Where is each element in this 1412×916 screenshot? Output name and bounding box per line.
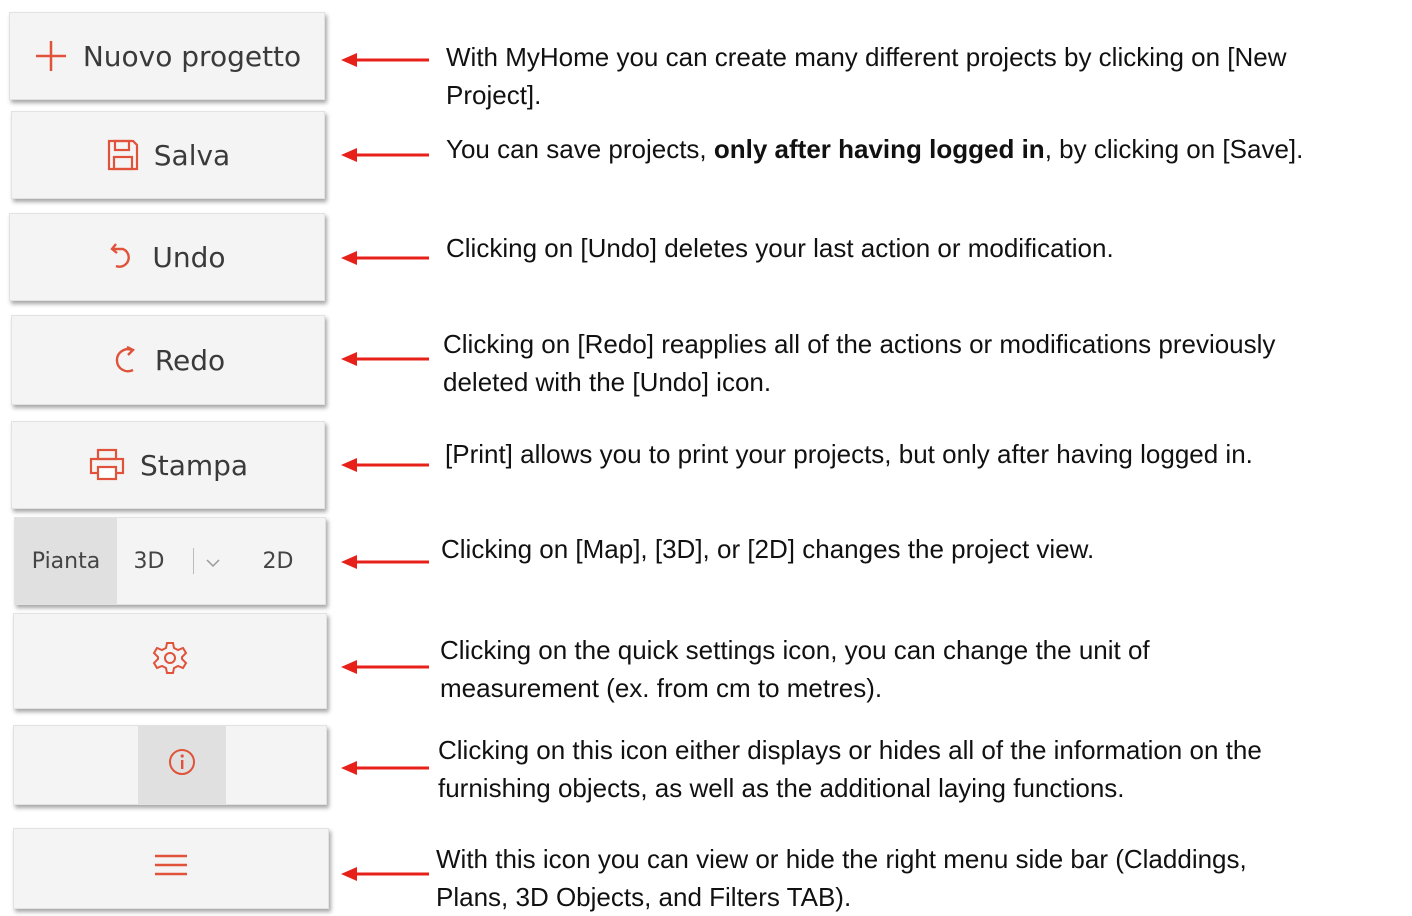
new-project-button[interactable]: Nuovo progetto (9, 12, 325, 100)
redo-icon (111, 343, 141, 377)
chevron-down-icon (205, 549, 220, 574)
redo-label: Redo (154, 343, 226, 377)
desc-text: You can save projects, (446, 134, 714, 164)
view-plan-tab[interactable]: Pianta (15, 518, 117, 604)
view-plan-label: Pianta (31, 548, 101, 574)
divider (192, 548, 194, 574)
info-toggle-bar (13, 725, 327, 805)
info-icon (167, 747, 197, 784)
new-project-description: With MyHome you can create many differen… (446, 38, 1287, 114)
info-button[interactable] (138, 726, 226, 804)
undo-description: Clicking on [Undo] deletes your last act… (446, 229, 1114, 267)
save-description: You can save projects, only after having… (446, 130, 1303, 168)
view-2d-label: 2D (262, 548, 294, 574)
view-3d-tab[interactable]: 3D (117, 518, 181, 604)
settings-description: Clicking on the quick settings icon, you… (440, 631, 1150, 707)
printer-icon (88, 447, 126, 483)
view-3d-label: 3D (133, 548, 165, 574)
desc-line: Project]. (446, 80, 542, 110)
left-arrow-icon (341, 555, 429, 569)
gear-icon (152, 640, 188, 683)
redo-description: Clicking on [Redo] reapplies all of the … (443, 325, 1275, 401)
side-menu-button[interactable] (13, 828, 329, 909)
plus-icon (33, 38, 69, 74)
desc-line: With MyHome you can create many differen… (446, 42, 1287, 72)
left-arrow-icon (341, 148, 429, 162)
left-arrow-icon (341, 53, 429, 67)
redo-button[interactable]: Redo (11, 315, 325, 405)
view-description: Clicking on [Map], [3D], or [2D] changes… (441, 530, 1094, 568)
info-description: Clicking on this icon either displays or… (438, 731, 1262, 807)
view-3d-dropdown[interactable] (181, 518, 231, 604)
save-label: Salva (153, 138, 231, 172)
desc-text: Clicking on [Map], [3D], or [2D] changes… (441, 534, 1095, 564)
view-2d-tab[interactable]: 2D (231, 518, 325, 604)
desc-line: Clicking on this icon either displays or… (438, 735, 1262, 765)
new-project-label: Nuovo progetto (82, 39, 302, 73)
undo-label: Undo (152, 240, 226, 274)
desc-line: furnishing objects, as well as the addit… (438, 773, 1125, 803)
undo-button[interactable]: Undo (9, 213, 325, 301)
view-switcher: Pianta 3D 2D (14, 517, 326, 605)
desc-line: Clicking on the quick settings icon, you… (440, 635, 1150, 665)
floppy-disk-icon (106, 138, 140, 172)
save-button[interactable]: Salva (11, 111, 325, 199)
menu-description: With this icon you can view or hide the … (436, 840, 1247, 916)
left-arrow-icon (341, 761, 429, 775)
print-description: [Print] allows you to print your project… (445, 435, 1253, 473)
print-label: Stampa (139, 448, 249, 482)
left-arrow-icon (341, 352, 429, 366)
desc-text: Clicking on [Undo] deletes your last act… (446, 233, 1114, 263)
left-arrow-icon (341, 251, 429, 265)
desc-text: [Print] allows you to print your project… (445, 439, 1253, 469)
desc-emphasis: only after having logged in (713, 134, 1045, 164)
desc-line: Clicking on [Redo] reapplies all of the … (443, 329, 1276, 359)
left-arrow-icon (341, 458, 429, 472)
left-arrow-icon (341, 867, 429, 881)
desc-line: deleted with the [Undo] icon. (443, 367, 772, 397)
settings-button[interactable] (13, 613, 327, 709)
desc-line: measurement (ex. from cm to metres). (440, 673, 883, 703)
desc-text: , by clicking on [Save]. (1044, 134, 1304, 164)
undo-icon (108, 240, 138, 274)
hamburger-menu-icon (153, 851, 189, 886)
print-button[interactable]: Stampa (11, 421, 325, 509)
left-arrow-icon (341, 660, 429, 674)
desc-line: With this icon you can view or hide the … (436, 844, 1247, 874)
desc-line: Plans, 3D Objects, and Filters TAB). (436, 882, 852, 912)
